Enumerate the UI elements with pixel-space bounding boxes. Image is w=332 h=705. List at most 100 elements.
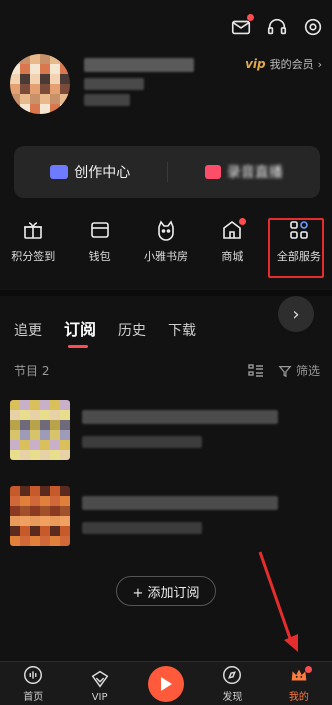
mosaic-cell	[20, 440, 30, 450]
mosaic-cell	[10, 496, 20, 506]
mail-icon[interactable]	[230, 14, 254, 38]
cat-icon	[158, 220, 174, 241]
mosaic-cell	[30, 84, 40, 94]
mosaic-cell	[10, 84, 20, 94]
nav-label: VIP	[91, 692, 108, 703]
creator-center-button[interactable]: 创作中心	[14, 162, 167, 182]
list-layout-icon[interactable]	[248, 363, 264, 379]
mosaic-cell	[40, 54, 50, 64]
mosaic-cell	[60, 516, 70, 526]
mosaic-cell	[60, 420, 70, 430]
mosaic-cell	[30, 410, 40, 420]
mosaic-cell	[60, 400, 70, 410]
live-icon	[204, 165, 221, 179]
mosaic-cell	[30, 526, 40, 536]
program-cover	[10, 400, 70, 460]
mosaic-cell	[10, 54, 20, 64]
mosaic-cell	[40, 536, 50, 546]
mosaic-cell	[30, 74, 40, 84]
mosaic-cell	[10, 420, 20, 430]
mosaic-cell	[50, 440, 60, 450]
vip-membership-link[interactable]: vip 我的会员 ›	[245, 56, 322, 72]
quick-study[interactable]: 小雅书房	[133, 218, 199, 278]
vip-label: 我的会员	[269, 58, 314, 71]
mosaic-cell	[50, 64, 60, 74]
mosaic-cell	[60, 486, 70, 496]
mosaic-cell	[30, 496, 40, 506]
filter-button[interactable]: 筛选	[278, 362, 320, 379]
tab-bar: 追更 订阅 历史 下载	[14, 316, 196, 348]
mosaic-cell	[40, 104, 50, 114]
tab-updates[interactable]: 追更	[14, 320, 42, 340]
avatar[interactable]	[10, 54, 70, 114]
mosaic-cell	[10, 516, 20, 526]
mosaic-cell	[40, 516, 50, 526]
nav-discover[interactable]: 发现	[199, 662, 265, 705]
mosaic-cell	[10, 94, 20, 104]
mosaic-cell	[40, 400, 50, 410]
quick-shop[interactable]: 商城	[199, 218, 265, 278]
user-meta-blurred-2	[84, 94, 130, 106]
program-cover	[10, 486, 70, 546]
notification-dot	[247, 14, 254, 21]
live-record-label: 录音直播	[226, 165, 283, 181]
list-item[interactable]	[10, 486, 322, 548]
header-actions	[230, 14, 324, 38]
mosaic-cell	[20, 496, 30, 506]
mosaic-cell	[10, 410, 20, 420]
program-desc-blurred	[82, 436, 202, 448]
quick-wallet[interactable]: 钱包	[66, 218, 132, 278]
chevron-right-icon[interactable]: ›	[278, 296, 314, 332]
username-blurred	[84, 58, 194, 72]
play-button[interactable]	[148, 666, 184, 702]
annotation-arrow	[258, 551, 298, 652]
mosaic-cell	[40, 74, 50, 84]
mosaic-cell	[50, 104, 60, 114]
mosaic-cell	[10, 536, 20, 546]
section-divider	[0, 290, 332, 296]
mosaic-cell	[30, 54, 40, 64]
mosaic-cell	[10, 400, 20, 410]
mosaic-cell	[50, 450, 60, 460]
add-subscription-button[interactable]: + 添加订阅	[116, 576, 216, 606]
mosaic-cell	[20, 506, 30, 516]
mosaic-cell	[60, 74, 70, 84]
mosaic-cell	[20, 486, 30, 496]
mosaic-cell	[40, 84, 50, 94]
quick-all-services[interactable]: 全部服务	[266, 218, 332, 278]
quick-label: 商城	[221, 250, 244, 263]
quick-label: 积分签到	[11, 250, 56, 263]
tab-subscriptions[interactable]: 订阅	[64, 316, 96, 348]
mosaic-cell	[30, 486, 40, 496]
mosaic-cell	[30, 440, 40, 450]
discover-icon	[223, 666, 242, 684]
nav-home[interactable]: 首页	[0, 662, 66, 705]
quick-checkin[interactable]: 积分签到	[0, 218, 66, 278]
mosaic-cell	[50, 496, 60, 506]
settings-icon[interactable]	[302, 16, 324, 38]
tab-downloads[interactable]: 下载	[168, 320, 196, 340]
gift-icon	[24, 222, 43, 239]
filter-label: 筛选	[295, 364, 320, 378]
play-icon	[161, 677, 172, 691]
mosaic-cell	[30, 94, 40, 104]
mosaic-cell	[50, 54, 60, 64]
headset-icon[interactable]	[266, 16, 288, 38]
mosaic-cell	[50, 430, 60, 440]
mosaic-cell	[20, 400, 30, 410]
list-item[interactable]	[10, 400, 322, 462]
program-title-blurred	[82, 410, 278, 424]
program-title-blurred	[82, 496, 278, 510]
nav-me[interactable]: 我的	[266, 662, 332, 705]
mosaic-cell	[10, 440, 20, 450]
home-icon	[24, 666, 43, 684]
mosaic-cell	[50, 84, 60, 94]
nav-label: 发现	[222, 692, 243, 703]
tab-history[interactable]: 历史	[118, 320, 146, 340]
mosaic-cell	[40, 64, 50, 74]
quick-services: 积分签到 钱包 小雅书房 商城 全部服务	[0, 218, 332, 278]
nav-vip[interactable]: VIP	[66, 662, 132, 705]
profile-card[interactable]: vip 我的会员 ›	[10, 52, 322, 122]
mosaic-cell	[40, 506, 50, 516]
live-record-button[interactable]: 录音直播	[168, 162, 321, 182]
